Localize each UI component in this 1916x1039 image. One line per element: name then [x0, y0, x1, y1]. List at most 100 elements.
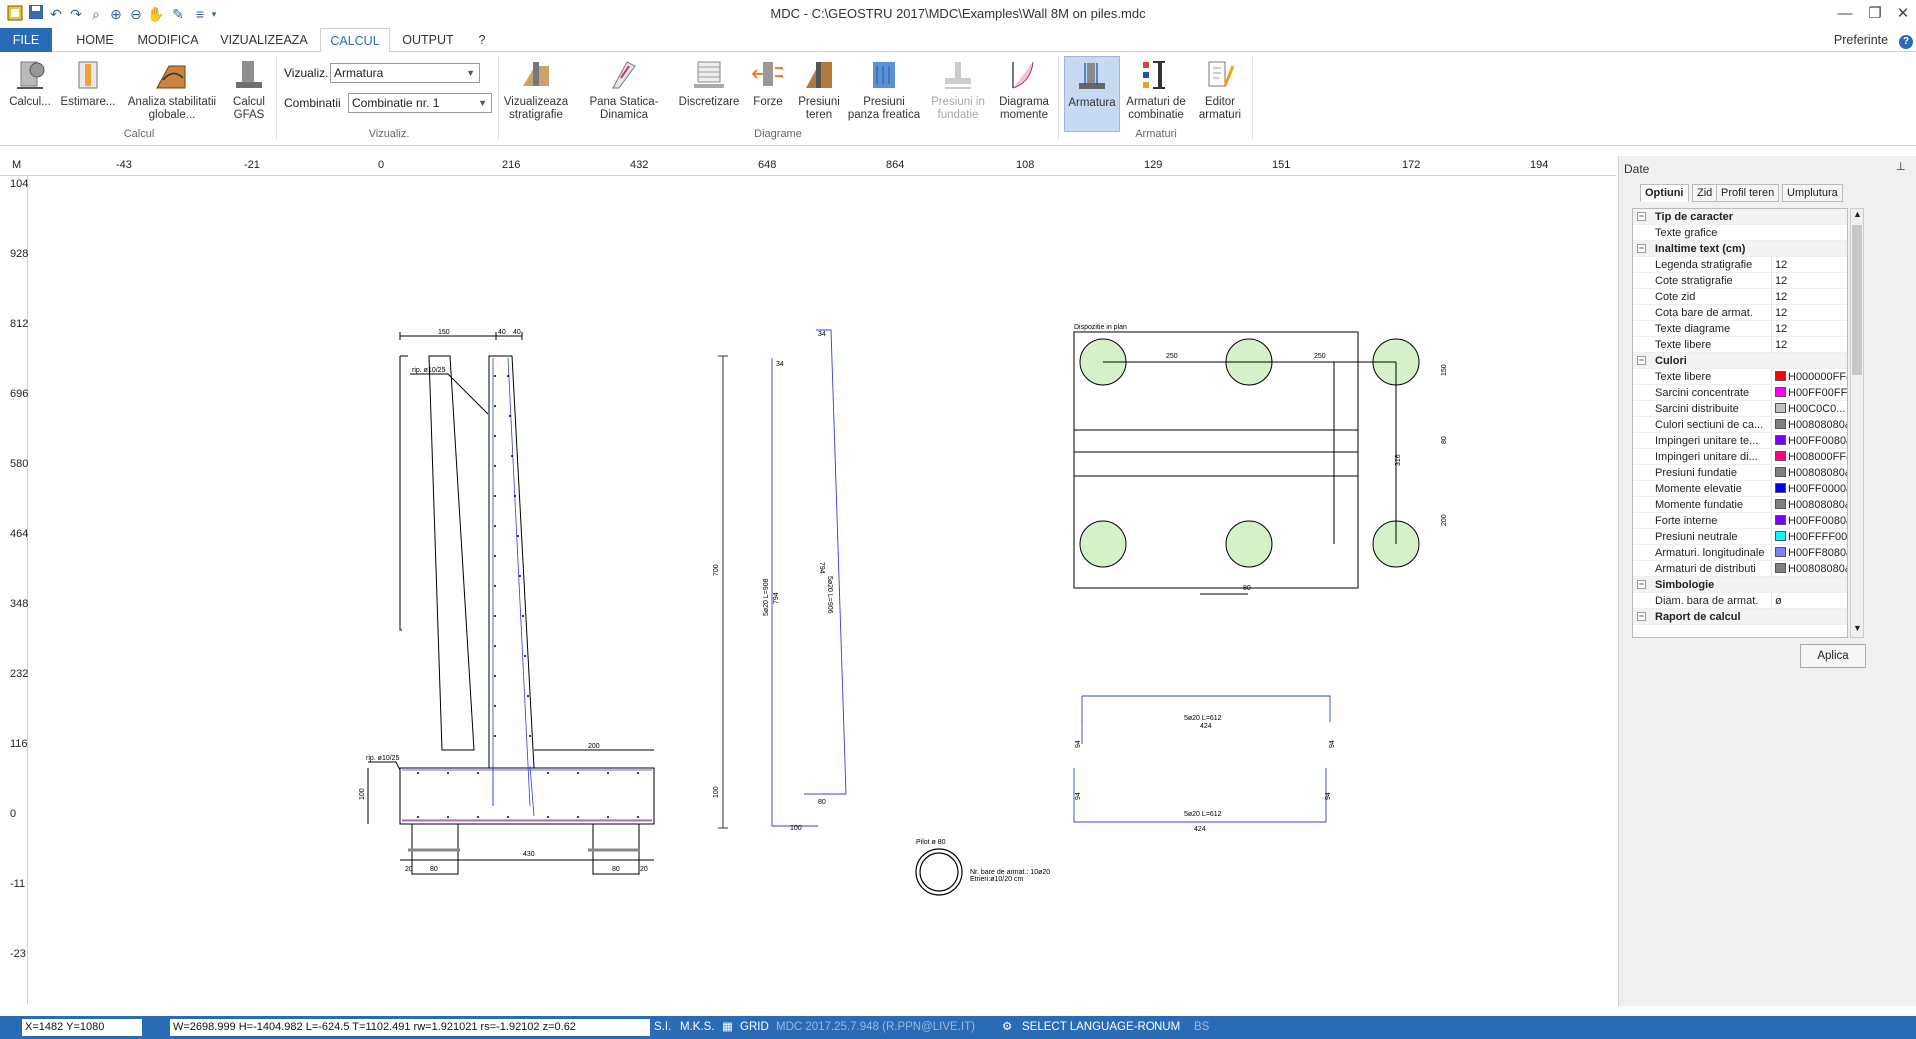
- color-swatch[interactable]: [1775, 483, 1786, 493]
- diagrama-momente-button[interactable]: Diagrama momente: [994, 56, 1054, 132]
- preferences-link[interactable]: Preferinte: [1830, 28, 1892, 52]
- tab-modifica[interactable]: MODIFICA: [130, 28, 206, 52]
- property-value[interactable]: H00FF0080&: [1771, 433, 1847, 449]
- discretizare-button[interactable]: Discretizare: [678, 56, 740, 132]
- units-mks[interactable]: M.K.S.: [680, 1016, 715, 1039]
- vizualiz-select[interactable]: Armatura ▼: [330, 63, 480, 83]
- language-select[interactable]: SELECT LANGUAGE-RO: [1022, 1016, 1155, 1039]
- property-row[interactable]: Sarcini concentrate H00FF00FF&: [1633, 385, 1847, 401]
- property-value[interactable]: ø: [1771, 593, 1847, 609]
- combinatii-select[interactable]: Combinatie nr. 1 ▼: [348, 93, 492, 113]
- color-swatch[interactable]: [1775, 451, 1786, 461]
- calcul-button[interactable]: Calcul...: [6, 56, 54, 132]
- color-swatch[interactable]: [1775, 419, 1786, 429]
- property-category[interactable]: − Tip de caracter: [1633, 209, 1847, 225]
- tab-vizualizeaza[interactable]: VIZUALIZEAZA: [216, 28, 312, 52]
- color-swatch[interactable]: [1775, 515, 1786, 525]
- save-icon[interactable]: [26, 4, 46, 24]
- calcul-gfas-button[interactable]: Calcul GFAS: [226, 56, 272, 132]
- zoom-out-icon[interactable]: ⊖: [126, 4, 146, 24]
- forze-button[interactable]: Forze: [746, 56, 790, 132]
- property-value[interactable]: H008000FF&: [1771, 449, 1847, 465]
- collapse-icon[interactable]: −: [1637, 212, 1646, 221]
- units-si[interactable]: S.I.: [654, 1016, 671, 1039]
- property-value[interactable]: H00FF8080&: [1771, 545, 1847, 561]
- property-value[interactable]: 12: [1771, 289, 1847, 305]
- property-value[interactable]: 12: [1771, 257, 1847, 273]
- tab-help[interactable]: ?: [470, 28, 494, 52]
- color-swatch[interactable]: [1775, 547, 1786, 557]
- property-row[interactable]: Texte diagrame 12: [1633, 321, 1847, 337]
- paint-icon[interactable]: ✎: [168, 4, 188, 24]
- property-value[interactable]: 12: [1771, 305, 1847, 321]
- color-swatch[interactable]: [1775, 371, 1786, 381]
- armaturi-de-combinatie-button[interactable]: Armaturi de combinatie: [1124, 56, 1188, 132]
- property-row[interactable]: Cota bare de armat. 12: [1633, 305, 1847, 321]
- color-swatch[interactable]: [1775, 387, 1786, 397]
- color-swatch[interactable]: [1775, 403, 1786, 413]
- property-value[interactable]: H00808080&: [1771, 561, 1847, 577]
- color-swatch[interactable]: [1775, 563, 1786, 573]
- property-row[interactable]: Impingeri unitare te... H00FF0080&: [1633, 433, 1847, 449]
- analiza-stabilitatii-button[interactable]: Analiza stabilitatii globale...: [124, 56, 220, 132]
- property-row[interactable]: Presiuni fundatie H00808080&: [1633, 465, 1847, 481]
- property-category[interactable]: − Inaltime text (cm): [1633, 241, 1847, 257]
- tab-calcul[interactable]: CALCUL: [320, 28, 390, 53]
- property-value[interactable]: H000000FF&: [1771, 369, 1847, 385]
- collapse-icon[interactable]: −: [1637, 612, 1646, 621]
- property-row[interactable]: Diam. bara de armat. ø: [1633, 593, 1847, 609]
- help-icon[interactable]: ?: [1898, 28, 1914, 52]
- pin-icon[interactable]: ⊥: [1896, 160, 1906, 173]
- property-row[interactable]: Cote zid 12: [1633, 289, 1847, 305]
- vizualizeaza-stratigrafie-button[interactable]: Vizualizeaza stratigrafie: [502, 56, 570, 132]
- presiuni-panza-freatica-button[interactable]: Presiuni panza freatica: [846, 56, 922, 132]
- property-value[interactable]: H00808080&: [1771, 465, 1847, 481]
- collapse-icon[interactable]: −: [1637, 244, 1646, 253]
- property-value[interactable]: H00808080&: [1771, 417, 1847, 433]
- property-value[interactable]: 12: [1771, 337, 1847, 353]
- layers-icon[interactable]: ≡: [190, 4, 210, 24]
- property-value[interactable]: H00FF0080&: [1771, 513, 1847, 529]
- collapse-icon[interactable]: −: [1637, 356, 1646, 365]
- property-row[interactable]: Armaturi. longitudinale H00FF8080&: [1633, 545, 1847, 561]
- property-value[interactable]: H00FF00FF&: [1771, 385, 1847, 401]
- pana-statica-dinamica-button[interactable]: Pana Statica-Dinamica: [574, 56, 674, 132]
- redo-icon[interactable]: ↷: [66, 4, 86, 24]
- color-swatch[interactable]: [1775, 467, 1786, 477]
- scroll-thumb[interactable]: [1852, 225, 1862, 375]
- property-row[interactable]: Armaturi de distributi H00808080&: [1633, 561, 1847, 577]
- color-swatch[interactable]: [1775, 531, 1786, 541]
- scroll-up-icon[interactable]: ▲: [1853, 209, 1862, 219]
- tab-umplutura[interactable]: Umplutura: [1782, 184, 1843, 202]
- estimare-button[interactable]: Estimare...: [58, 56, 118, 132]
- property-value[interactable]: H00C0C0...: [1771, 401, 1847, 417]
- close-button[interactable]: ✕: [1888, 2, 1916, 26]
- armatura-button[interactable]: Armatura: [1064, 56, 1120, 132]
- property-row[interactable]: Momente fundatie H00808080&: [1633, 497, 1847, 513]
- color-swatch[interactable]: [1775, 499, 1786, 509]
- presiuni-fundatie-button[interactable]: Presiuni in fundatie: [926, 56, 990, 132]
- zoom-window-icon[interactable]: ⌕: [86, 4, 106, 24]
- restore-button[interactable]: ❐: [1860, 2, 1890, 26]
- property-row[interactable]: Presiuni neutrale H00FFFF00&: [1633, 529, 1847, 545]
- property-grid[interactable]: − Tip de caracter Texte grafice − Inaltime t…: [1632, 208, 1848, 638]
- tab-optiuni[interactable]: Optiuni: [1640, 184, 1689, 202]
- drawing-canvas[interactable]: 150 40 40 rip. ø10/25 rip. ø10/25 200 43…: [28, 176, 1616, 1004]
- property-value[interactable]: H00FF0000&: [1771, 481, 1847, 497]
- tab-output[interactable]: OUTPUT: [396, 28, 460, 52]
- property-category[interactable]: − Simbologie: [1633, 577, 1847, 593]
- qat-dropdown-icon[interactable]: ▾: [208, 4, 220, 24]
- property-row[interactable]: Texte grafice: [1633, 225, 1847, 241]
- editor-armaturi-button[interactable]: Editor armaturi: [1192, 56, 1248, 132]
- grid-icon[interactable]: ▦: [722, 1016, 733, 1039]
- property-row[interactable]: Legenda stratigrafie 12: [1633, 257, 1847, 273]
- collapse-icon[interactable]: −: [1637, 580, 1646, 589]
- tab-home[interactable]: HOME: [66, 28, 124, 52]
- grid-toggle[interactable]: GRID: [740, 1016, 769, 1039]
- aplica-button[interactable]: Aplica: [1800, 644, 1866, 668]
- property-value[interactable]: H00FFFF00&: [1771, 529, 1847, 545]
- property-row[interactable]: Impingeri unitare di... H008000FF&: [1633, 449, 1847, 465]
- property-value[interactable]: H00808080&: [1771, 497, 1847, 513]
- presiuni-teren-button[interactable]: Presiuni teren: [794, 56, 844, 132]
- language-icon[interactable]: ⚙: [1002, 1016, 1012, 1039]
